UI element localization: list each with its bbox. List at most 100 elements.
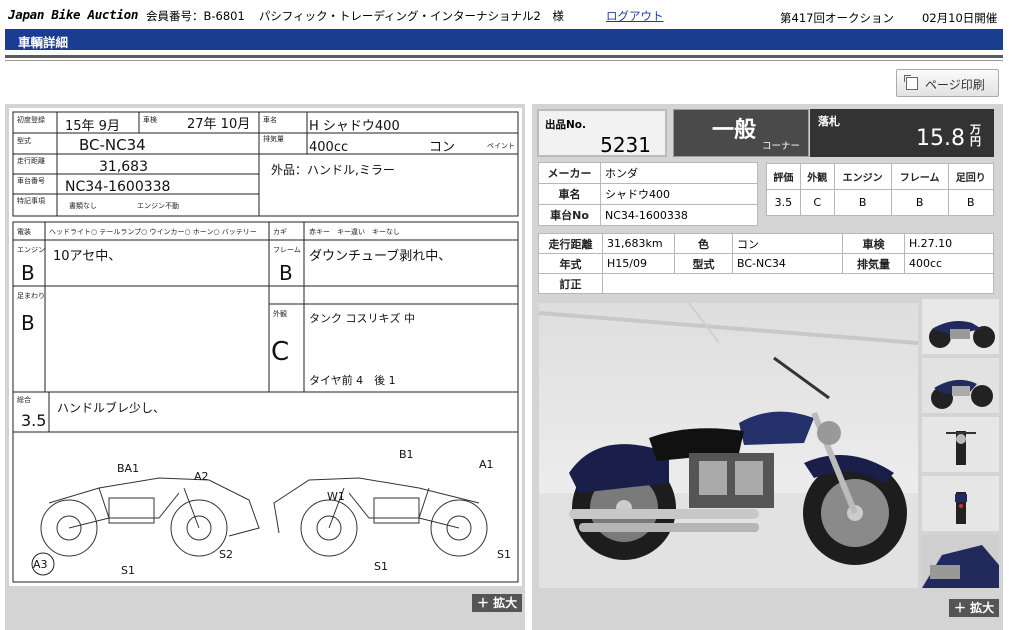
grade-frame: B (890, 189, 949, 216)
frame-note: ダウンチューブ剥れ中、 (309, 248, 451, 264)
page-title: 車輌詳細 (18, 35, 69, 50)
label-paint: ペイント (487, 142, 515, 150)
corner-suffix: コーナー (761, 141, 800, 152)
maker-value: ホンダ (600, 162, 758, 184)
paint-value: コン (429, 140, 455, 155)
tire-note: タイヤ前 4 後 1 (309, 373, 396, 387)
inspection-value: H.27.10 (904, 233, 994, 254)
mileage-label: 走行距離 (538, 233, 603, 254)
lot-number: 5231 (600, 133, 651, 157)
table-row: 訂正 (538, 273, 994, 294)
total-note: ハンドルブレ少し、 (57, 400, 165, 415)
winning-bid-label: 落札 (818, 115, 840, 128)
inspection-value: 27年 10月 (187, 117, 250, 132)
frame-grade: B (279, 261, 293, 285)
member-name: パシフィック・トレーディング・インターナショナル2 様 (258, 9, 564, 23)
model-label: 車名 (538, 183, 601, 205)
lot-number-label: 出品No. (545, 119, 586, 131)
correction-label: 訂正 (538, 273, 603, 294)
grade-header-exterior: 外観 (799, 163, 835, 190)
color-label: 色 (674, 233, 733, 254)
type-value: BC-NC34 (79, 136, 146, 154)
label-mileage: 走行距離 (17, 156, 45, 165)
damage-mark: A1 (479, 458, 494, 471)
logout-link[interactable]: ログアウト (606, 8, 664, 24)
motorcycle-main-photo[interactable] (539, 303, 918, 588)
displacement-value: 400cc (904, 253, 994, 274)
grade-header-engine: エンジン (833, 163, 892, 190)
member-info: 会員番号：B-6801 パシフィック・トレーディング・インターナショナル2 様 (146, 8, 564, 24)
inspection-sheet: 初度登録 車検 車名 型式 排気量 ペイント 走行距離 車台番号 特記事項 書類… (12, 111, 519, 583)
table-row: 車名 シャドウ400 (538, 183, 758, 205)
label-model-name: 車名 (263, 115, 277, 124)
engine-grade: B (21, 261, 35, 285)
print-page-button[interactable]: ページ印刷 (896, 69, 999, 97)
damage-mark: A2 (194, 470, 209, 483)
label-special: 特記事項 (17, 196, 45, 205)
color-value: コン (732, 233, 843, 254)
label-first-reg: 初度登録 (17, 115, 45, 124)
table-row: 3.5 C B B B (766, 189, 994, 216)
lot-number-box: 出品No. 5231 (537, 109, 667, 157)
basic-spec-table: メーカー ホンダ 車名 シャドウ400 車台No NC34-1600338 (538, 162, 758, 226)
grade-exterior: C (799, 189, 835, 216)
motorcycle-photo (539, 303, 918, 588)
label-frame-no: 車台番号 (17, 176, 45, 185)
label-type: 型式 (17, 136, 31, 145)
corner-name: 一般 (712, 118, 757, 143)
maker-label: メーカー (538, 162, 601, 184)
damage-mark: W1 (327, 490, 345, 503)
correction-value (602, 273, 994, 294)
damage-mark: S1 (374, 560, 388, 573)
year-value: H15/09 (602, 253, 675, 274)
bike-diagram-left (40, 477, 260, 557)
damage-mark: S1 (497, 548, 511, 561)
print-button-label: ページ印刷 (925, 78, 985, 92)
special-note-1: 書類なし (69, 201, 97, 210)
mileage-value: 31,683km (602, 233, 675, 254)
frame-no-label: 車台No (538, 204, 601, 226)
label-appearance: 外観 (273, 309, 287, 318)
photo-thumbnail-front[interactable] (922, 417, 999, 472)
member-number: 会員番号：B-6801 (146, 9, 245, 23)
top-bar: Japan Bike Auction 会員番号：B-6801 パシフィック・トレー… (0, 0, 1015, 30)
table-row: 走行距離 31,683km 色 コン 車検 H.27.10 (538, 233, 994, 254)
auction-date: 02月10日開催 (922, 11, 998, 25)
label-displacement: 排気量 (263, 134, 284, 143)
exterior-note: 外品：ハンドル,ミラー (271, 163, 395, 177)
winning-bid-unit: 万円 (970, 123, 981, 148)
key-items: 赤キー キー違い キーなし (309, 227, 400, 236)
displacement-value: 400cc (309, 140, 348, 155)
winning-bid-box: 落札 15.8 万円 (810, 109, 994, 157)
engine-note: 10アセ中、 (53, 249, 121, 264)
label-inspection: 車検 (143, 115, 157, 124)
zoom-photo-button[interactable]: ＋ 拡大 (949, 599, 1000, 617)
divider (5, 60, 1003, 61)
table-row: 評価 外観 エンジン フレーム 足回り (766, 163, 994, 190)
page-title-bar: 車輌詳細 (5, 29, 1003, 50)
electrical-items: ヘッドライト○ テールランプ○ ウインカー○ ホーン○ バッテリー (49, 228, 257, 236)
mileage-value: 31,683 (99, 159, 148, 175)
photo-thumbnail-detail[interactable] (922, 535, 999, 588)
grade-engine: B (833, 189, 892, 216)
grade-score: 3.5 (766, 189, 801, 216)
photo-thumbnail-quarter[interactable] (922, 358, 999, 413)
frame-no-value: NC34-1600338 (600, 204, 758, 226)
inspection-sheet-image: 初度登録 車検 車名 型式 排気量 ペイント 走行距離 車台番号 特記事項 書類… (9, 108, 522, 586)
divider (5, 55, 1003, 58)
frame-no-value: NC34-1600338 (65, 179, 170, 195)
zoom-sheet-button[interactable]: ＋ 拡大 (472, 594, 523, 612)
grade-header-suspension: 足回り (947, 163, 994, 190)
table-row: 車台No NC34-1600338 (538, 204, 758, 226)
detail-spec-table: 走行距離 31,683km 色 コン 車検 H.27.10 年式 H15/09 … (538, 233, 994, 294)
model-name-value: H シャドウ400 (309, 119, 400, 134)
label-frame: フレーム (273, 246, 301, 254)
label-electrical: 電装 (17, 227, 31, 236)
type-value: BC-NC34 (732, 253, 843, 274)
grade-suspension: B (947, 189, 994, 216)
inspection-label: 車検 (842, 233, 905, 254)
damage-mark: S1 (121, 564, 135, 577)
table-row: 年式 H15/09 型式 BC-NC34 排気量 400cc (538, 253, 994, 274)
photo-thumbnail-rear[interactable] (922, 476, 999, 531)
photo-thumbnail-side[interactable] (922, 299, 999, 354)
